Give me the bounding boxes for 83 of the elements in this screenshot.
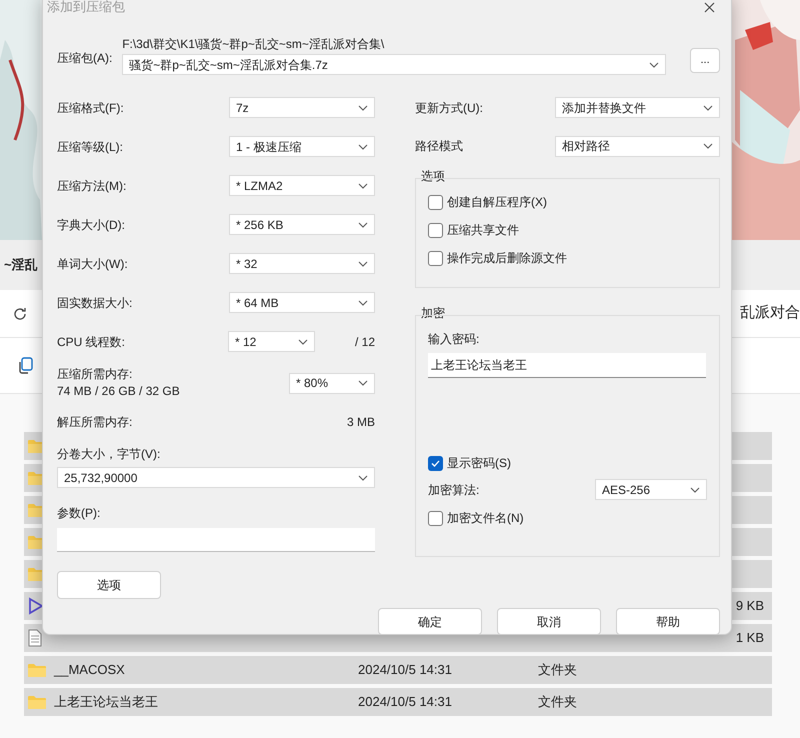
file-row[interactable]: 上老王论坛当老王 2024/10/5 14:31 文件夹 (24, 688, 772, 716)
field-label: 压缩等级(L): (57, 138, 123, 156)
refresh-icon[interactable] (12, 306, 28, 322)
field-label: 字典大小(D): (57, 216, 125, 234)
field-label: 参数(P): (57, 505, 102, 522)
address-text: 乱派对合 (740, 303, 800, 324)
memory-value: 3 MB (346, 414, 375, 431)
options-button[interactable]: 选项 (57, 571, 161, 599)
window-title: ~淫乱 (4, 256, 38, 274)
chevron-icon (358, 182, 368, 188)
chevron-icon (358, 300, 368, 306)
checkbox[interactable] (428, 222, 443, 238)
file-date: 2024/10/5 14:31 (358, 694, 452, 710)
dialog-title: 添加到压缩包 (47, 0, 125, 16)
chevron-icon (358, 222, 368, 228)
field-label: 压缩方法(M): (57, 178, 126, 194)
file-size: 1 KB (736, 630, 764, 646)
field-label: 加密算法: (428, 482, 480, 498)
checkbox[interactable] (428, 250, 443, 266)
option-select[interactable]: 1 - 极速压缩 (229, 136, 375, 157)
dialog-button[interactable]: 帮助 (616, 608, 720, 635)
checkbox[interactable] (428, 194, 443, 210)
field-label: 输入密码: (428, 331, 480, 348)
thread-total: / 12 (354, 334, 375, 350)
checkbox[interactable] (428, 510, 443, 526)
split-size-select[interactable]: 25,732,90000 (57, 467, 375, 488)
chevron-icon (298, 338, 308, 344)
chevron-icon (649, 62, 660, 68)
checkbox-label: 操作完成后删除源文件 (447, 250, 567, 267)
checkbox-label: 创建自解压程序(X) (447, 194, 547, 211)
dialog-button[interactable]: 取消 (497, 608, 601, 635)
update-mode-select[interactable]: 添加并替换文件 (555, 97, 720, 118)
field-label: 更新方式(U): (415, 100, 483, 116)
params-field[interactable] (57, 528, 375, 552)
chevron-icon (703, 104, 713, 110)
field-label: 分卷大小，字节(V): (57, 446, 162, 463)
option-select[interactable]: * LZMA2 (229, 175, 375, 196)
document-icon (28, 629, 42, 647)
play-icon (28, 597, 44, 615)
field-label: 固实数据大小: (57, 294, 132, 312)
archive-name-select[interactable]: 骚货~群p~乱交~sm~淫乱派对合集.7z (122, 54, 666, 75)
checkbox[interactable] (428, 456, 443, 470)
memory-select[interactable]: * 80% (289, 372, 375, 394)
file-row[interactable]: __MACOSX 2024/10/5 14:31 文件夹 (24, 656, 772, 684)
option-select[interactable]: * 64 MB (229, 292, 375, 313)
folder-icon (28, 663, 46, 677)
file-name: __MACOSX (54, 661, 125, 680)
path-mode-select[interactable]: 相对路径 (555, 136, 720, 156)
password-field[interactable]: 上老王论坛当老王 (428, 353, 706, 378)
file-size: 9 KB (736, 598, 764, 614)
file-type: 文件夹 (538, 694, 577, 710)
option-select[interactable]: * 32 (229, 253, 375, 274)
chevron-icon (703, 143, 713, 149)
chevron-icon (358, 380, 368, 386)
threads-select[interactable]: * 12 (228, 331, 315, 352)
folder-icon (28, 695, 46, 709)
chevron-icon (358, 260, 368, 266)
chevron-icon (358, 474, 368, 480)
encryption-method-select[interactable]: AES-256 (595, 479, 707, 500)
file-name: 上老王论坛当老王 (54, 693, 158, 712)
check-icon (431, 460, 440, 466)
field-label: 解压所需内存: (57, 414, 132, 431)
file-type: 文件夹 (538, 662, 577, 678)
chevron-icon (690, 486, 700, 492)
field-label: 压缩格式(F): (57, 100, 124, 116)
chevron-icon (358, 104, 368, 110)
close-icon[interactable] (704, 2, 715, 12)
checkbox-label: 加密文件名(N) (447, 510, 524, 527)
archive-path: F:\3d\群交\K1\骚货~群p~乱交~sm~淫乱派对合集\ (122, 36, 386, 53)
option-select[interactable]: * 256 KB (229, 214, 375, 235)
chevron-icon (358, 144, 368, 150)
field-label: 路径模式 (415, 138, 463, 155)
browse-button[interactable]: ... (690, 48, 720, 73)
dialog-button[interactable]: 确定 (378, 608, 482, 635)
field-label: 单词大小(W): (57, 256, 128, 272)
field-label: 压缩所需内存: (57, 366, 134, 383)
option-select[interactable]: 7z (229, 97, 375, 118)
field-label: CPU 线程数: (57, 334, 126, 350)
checkbox-label: 显示密码(S) (447, 455, 511, 472)
memory-usage: 74 MB / 26 GB / 32 GB (57, 383, 180, 400)
archive-label: 压缩包(A): (57, 50, 114, 67)
checkbox-label: 压缩共享文件 (447, 222, 519, 239)
file-date: 2024/10/5 14:31 (358, 662, 452, 678)
